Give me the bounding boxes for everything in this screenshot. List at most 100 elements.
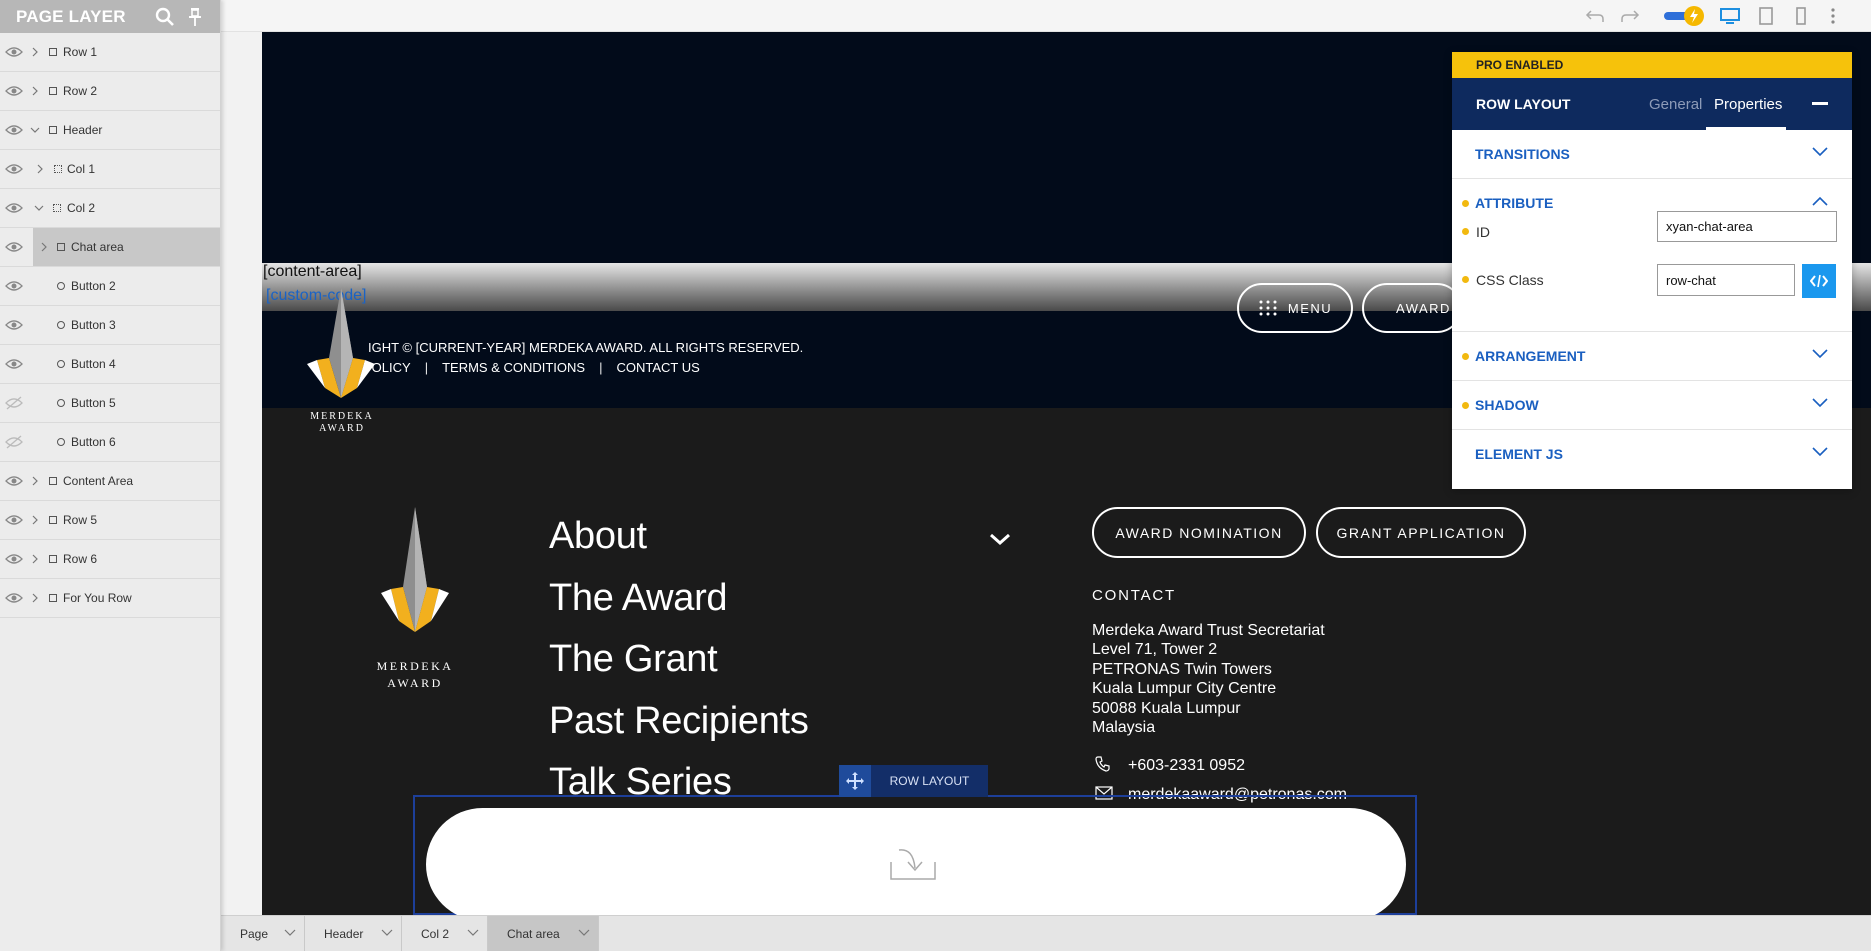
panel-title: ROW LAYOUT	[1476, 96, 1571, 112]
section-element-js[interactable]: ELEMENT JS	[1452, 430, 1852, 479]
layer-item-label: Row 6	[63, 552, 98, 566]
layer-item-button-5[interactable]: Button 5	[0, 384, 220, 423]
breadcrumb-header[interactable]: Header	[305, 916, 402, 951]
code-editor-button[interactable]	[1802, 264, 1836, 298]
layer-item-label: Header	[63, 123, 103, 137]
breadcrumb-chat-area[interactable]: Chat area	[488, 916, 599, 951]
chevron-down-icon[interactable]	[29, 124, 41, 136]
search-icon[interactable]	[150, 2, 180, 32]
row-layout-tag[interactable]: ROW LAYOUT	[839, 765, 988, 797]
layer-item-row-6[interactable]: Row 6	[0, 540, 220, 579]
layer-item-chat-area[interactable]: Chat area	[0, 228, 220, 267]
chevron-right-icon[interactable]	[38, 241, 50, 253]
chevron-down-icon[interactable]	[988, 532, 1012, 546]
eye-icon[interactable]	[5, 123, 23, 137]
eye-icon[interactable]	[5, 84, 23, 98]
layer-item-header[interactable]: Header	[0, 111, 220, 150]
layer-item-label: Col 1	[67, 162, 96, 176]
tab-properties[interactable]: Properties	[1714, 96, 1782, 113]
eye-icon[interactable]	[5, 201, 23, 215]
chevron-right-icon[interactable]	[29, 592, 41, 604]
chevron-right-icon[interactable]	[29, 553, 41, 565]
id-input[interactable]	[1657, 211, 1837, 242]
chevron-up-icon[interactable]	[1812, 196, 1828, 206]
award-button[interactable]: AWARD	[1362, 283, 1462, 333]
move-handle-icon[interactable]	[839, 765, 871, 797]
terms-link[interactable]: TERMS & CONDITIONS	[442, 360, 585, 375]
css-class-input[interactable]	[1657, 264, 1795, 296]
privacy-policy-link[interactable]: POLICY	[363, 360, 411, 375]
breadcrumb-page[interactable]: Page	[221, 916, 305, 951]
pro-enabled-banner: PRO ENABLED	[1452, 52, 1852, 78]
layer-item-button-4[interactable]: Button 4	[0, 345, 220, 384]
grant-application-button[interactable]: GRANT APPLICATION	[1316, 507, 1526, 558]
chat-area-row[interactable]	[426, 808, 1406, 921]
layer-item-label: Button 4	[71, 357, 116, 371]
tab-general[interactable]: General	[1649, 96, 1702, 113]
chevron-down-icon[interactable]	[1812, 398, 1828, 408]
section-transitions[interactable]: TRANSITIONS	[1452, 130, 1852, 179]
chevron-down-icon[interactable]	[33, 202, 45, 214]
breadcrumb-col-2[interactable]: Col 2	[402, 916, 488, 951]
mobile-view-icon[interactable]	[1789, 4, 1813, 28]
nav-link-the-grant[interactable]: The Grant	[549, 638, 718, 681]
section-shadow[interactable]: SHADOW	[1452, 381, 1852, 430]
chevron-down-icon[interactable]	[578, 929, 590, 937]
tablet-view-icon[interactable]	[1754, 4, 1778, 28]
eye-icon[interactable]	[5, 162, 23, 176]
layer-item-label: Row 1	[63, 45, 98, 59]
eye-icon[interactable]	[5, 240, 23, 254]
chevron-right-icon[interactable]	[34, 163, 46, 175]
menu-button[interactable]: MENU	[1237, 283, 1353, 333]
undo-icon[interactable]	[1583, 4, 1607, 28]
chevron-right-icon[interactable]	[29, 46, 41, 58]
chevron-down-icon[interactable]	[284, 929, 296, 937]
eye-icon[interactable]	[5, 552, 23, 566]
section-title: ARRANGEMENT	[1475, 348, 1586, 364]
award-nomination-label: AWARD NOMINATION	[1115, 524, 1283, 541]
eye-hidden-icon[interactable]	[5, 435, 23, 449]
nav-link-about[interactable]: About	[549, 515, 647, 558]
desktop-view-icon[interactable]	[1718, 4, 1742, 28]
chevron-down-icon[interactable]	[467, 929, 479, 937]
eye-icon[interactable]	[5, 513, 23, 527]
nav-link-the-award[interactable]: The Award	[549, 577, 728, 620]
layer-item-button-2[interactable]: Button 2	[0, 267, 220, 306]
eye-icon[interactable]	[5, 357, 23, 371]
minimize-icon[interactable]	[1812, 102, 1828, 105]
chevron-down-icon[interactable]	[1812, 447, 1828, 457]
more-options-icon[interactable]	[1821, 4, 1845, 28]
eye-icon[interactable]	[5, 591, 23, 605]
chevron-right-icon[interactable]	[29, 514, 41, 526]
chevron-down-icon[interactable]	[1812, 349, 1828, 359]
layer-item-row-5[interactable]: Row 5	[0, 501, 220, 540]
layer-item-col-1[interactable]: Col 1	[0, 150, 220, 189]
award-nomination-button[interactable]: AWARD NOMINATION	[1092, 507, 1306, 558]
link-separator: |	[599, 360, 603, 375]
chevron-right-icon[interactable]	[29, 85, 41, 97]
contact-us-link[interactable]: CONTACT US	[616, 360, 699, 375]
eye-icon[interactable]	[5, 279, 23, 293]
layer-item-row-2[interactable]: Row 2	[0, 72, 220, 111]
eye-hidden-icon[interactable]	[5, 396, 23, 410]
chevron-down-icon[interactable]	[381, 929, 393, 937]
eye-icon[interactable]	[5, 474, 23, 488]
logo-text-merdeka: MERDEKA	[310, 411, 374, 422]
eye-icon[interactable]	[5, 318, 23, 332]
layer-item-col-2[interactable]: Col 2	[0, 189, 220, 228]
layer-item-content-area[interactable]: Content Area	[0, 462, 220, 501]
pro-toggle[interactable]	[1662, 4, 1706, 28]
chevron-right-icon[interactable]	[29, 475, 41, 487]
content-area-tag[interactable]: [content-area]	[263, 263, 362, 281]
layer-item-for-you-row[interactable]: For You Row	[0, 579, 220, 618]
pin-icon[interactable]	[180, 2, 210, 32]
section-arrangement[interactable]: ARRANGEMENT	[1452, 332, 1852, 381]
layer-item-button-3[interactable]: Button 3	[0, 306, 220, 345]
phone-number[interactable]: +603-2331 0952	[1128, 757, 1245, 775]
eye-icon[interactable]	[5, 45, 23, 59]
redo-icon[interactable]	[1618, 4, 1642, 28]
layer-item-button-6[interactable]: Button 6	[0, 423, 220, 462]
nav-link-past-recipients[interactable]: Past Recipients	[549, 700, 809, 743]
chevron-down-icon[interactable]	[1812, 147, 1828, 157]
layer-item-row-1[interactable]: Row 1	[0, 33, 220, 72]
